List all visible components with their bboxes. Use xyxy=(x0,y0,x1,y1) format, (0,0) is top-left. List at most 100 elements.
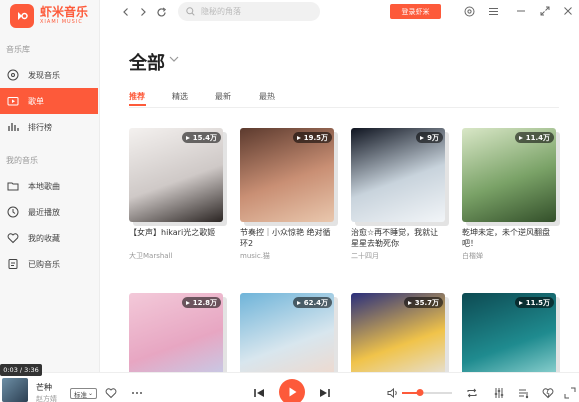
logo-mark-icon xyxy=(10,4,34,28)
volume-button[interactable] xyxy=(386,386,400,400)
volume-icon xyxy=(387,387,397,399)
playlist-queue-button[interactable] xyxy=(517,386,531,400)
playlist-title[interactable]: 乾坤未定，未个逆风翻盘吧！ xyxy=(462,227,556,249)
section-label-library: 音乐库 xyxy=(6,45,30,54)
more-button[interactable] xyxy=(130,386,144,400)
equalizer-button[interactable] xyxy=(492,386,506,400)
close-button[interactable] xyxy=(561,4,575,18)
play-count-badge: 9万 xyxy=(416,132,443,143)
volume-slider[interactable] xyxy=(402,389,452,396)
disc-icon xyxy=(7,69,19,81)
playlist-cover[interactable]: 19.5万 xyxy=(240,128,334,222)
playlist-card[interactable]: 15.4万 【女声】hikari光之歌姬 大卫Marshall xyxy=(129,128,227,261)
lyrics-button[interactable] xyxy=(541,386,555,400)
sidebar-item-label: 排行榜 xyxy=(28,122,52,132)
sidebar-item-playlists[interactable]: 歌单 xyxy=(0,88,98,114)
settings-circle-icon xyxy=(464,6,474,16)
like-button[interactable] xyxy=(104,386,118,400)
chart-icon xyxy=(8,123,19,131)
repeat-icon xyxy=(467,388,477,398)
play-count-badge: 15.4万 xyxy=(181,132,221,143)
sidebar-item-favorites[interactable]: 我的收藏 xyxy=(0,225,98,251)
elapsed-time: 0:03 / 3:36 xyxy=(0,364,42,376)
next-icon xyxy=(320,389,330,397)
chevron-right-icon xyxy=(141,8,146,16)
tab-recommended[interactable]: 推荐 xyxy=(129,91,145,102)
expand-icon xyxy=(540,6,550,16)
play-icon xyxy=(289,387,297,397)
tab-hottest[interactable]: 最热 xyxy=(259,91,275,102)
playlist-cover[interactable]: 11.4万 xyxy=(462,128,556,222)
search-input[interactable]: 隐秘的角落 xyxy=(178,2,320,21)
heart-broken-icon xyxy=(542,388,554,399)
play-button[interactable] xyxy=(279,379,305,402)
clock-icon xyxy=(7,206,19,218)
menu-button[interactable] xyxy=(486,4,500,18)
play-count-badge: 11.4万 xyxy=(514,132,554,143)
sidebar-item-local[interactable]: 本地歌曲 xyxy=(0,173,98,199)
playlist-author[interactable]: music.猫 xyxy=(240,251,334,261)
song-artist[interactable]: 赵方婧 xyxy=(36,394,57,402)
equalizer-icon xyxy=(494,388,504,398)
sidebar-item-label: 本地歌曲 xyxy=(28,181,60,191)
search-placeholder: 隐秘的角落 xyxy=(201,7,241,16)
previous-icon xyxy=(254,389,264,397)
volume-slider-handle[interactable] xyxy=(416,389,423,396)
sidebar-item-label: 歌单 xyxy=(28,96,44,106)
expand-icon xyxy=(564,387,576,399)
quality-selector[interactable]: 标准 ⌄ xyxy=(70,388,98,399)
sidebar-item-label: 最近播放 xyxy=(28,207,60,217)
app-name: 虾米音乐 xyxy=(40,5,89,19)
now-playing-cover[interactable] xyxy=(2,378,28,402)
tab-latest[interactable]: 最新 xyxy=(215,91,231,102)
playlist-cover[interactable]: 15.4万 xyxy=(129,128,223,222)
minimize-button[interactable] xyxy=(514,4,528,18)
app-name-en: XIAMI MUSIC xyxy=(40,19,83,25)
next-button[interactable] xyxy=(317,385,333,401)
playlist-author[interactable]: 二十四月 xyxy=(351,251,445,261)
playlist-title[interactable]: 【女声】hikari光之歌姬 xyxy=(129,227,223,249)
back-button[interactable] xyxy=(119,5,133,19)
sidebar-item-recent[interactable]: 最近播放 xyxy=(0,199,98,225)
chevron-left-icon xyxy=(123,8,128,16)
song-title[interactable]: 芒种 xyxy=(36,382,52,393)
purchase-icon xyxy=(8,259,18,269)
menu-icon xyxy=(488,7,498,15)
skin-button[interactable] xyxy=(462,4,476,18)
previous-button[interactable] xyxy=(251,385,267,401)
more-dots-icon xyxy=(132,392,142,394)
playlist-author[interactable]: 白楷婵 xyxy=(462,251,556,261)
search-icon xyxy=(186,7,195,16)
playlist-title[interactable]: 节奏控｜小众惊艳 绝对循环2 xyxy=(240,227,334,249)
play-count-badge: 62.4万 xyxy=(292,297,332,308)
chevron-down-icon[interactable] xyxy=(169,55,179,63)
forward-button[interactable] xyxy=(136,5,150,19)
playlist-author[interactable]: 大卫Marshall xyxy=(129,251,223,261)
playlist-card[interactable]: 9万 治愈☆再不睡觉，我就让星星去勒死你 二十四月 xyxy=(351,128,449,261)
tab-featured[interactable]: 精选 xyxy=(172,91,188,102)
sidebar-item-charts[interactable]: 排行榜 xyxy=(0,114,98,140)
quality-label: 标准 xyxy=(74,390,87,399)
sidebar-item-discover[interactable]: 发现音乐 xyxy=(0,62,98,88)
queue-icon xyxy=(519,389,529,399)
app-logo[interactable]: 虾米音乐 XIAMI MUSIC xyxy=(10,4,88,28)
login-button[interactable]: 登录虾米 xyxy=(390,4,441,19)
play-mode-button[interactable] xyxy=(465,386,479,400)
refresh-icon xyxy=(156,7,166,17)
play-count-badge: 12.8万 xyxy=(181,297,221,308)
playlist-card[interactable]: 19.5万 节奏控｜小众惊艳 绝对循环2 music.猫 xyxy=(240,128,338,261)
playlist-card[interactable]: 11.4万 乾坤未定，未个逆风翻盘吧！ 白楷婵 xyxy=(462,128,560,261)
sidebar: 虾米音乐 XIAMI MUSIC 音乐库 发现音乐 歌单 排行榜 我的音乐 本地… xyxy=(0,0,100,372)
page-title: 全部 xyxy=(129,53,165,74)
refresh-button[interactable] xyxy=(154,5,168,19)
sidebar-item-purchased[interactable]: 已购音乐 xyxy=(0,251,98,277)
maximize-button[interactable] xyxy=(538,4,552,18)
play-count-badge: 19.5万 xyxy=(292,132,332,143)
playlist-title[interactable]: 治愈☆再不睡觉，我就让星星去勒死你 xyxy=(351,227,445,249)
playlist-cover[interactable]: 9万 xyxy=(351,128,445,222)
fullscreen-button[interactable] xyxy=(563,386,577,400)
sidebar-item-label: 已购音乐 xyxy=(28,259,60,269)
heart-icon xyxy=(105,388,117,399)
tab-divider xyxy=(129,107,559,108)
playlist-icon xyxy=(7,97,19,106)
